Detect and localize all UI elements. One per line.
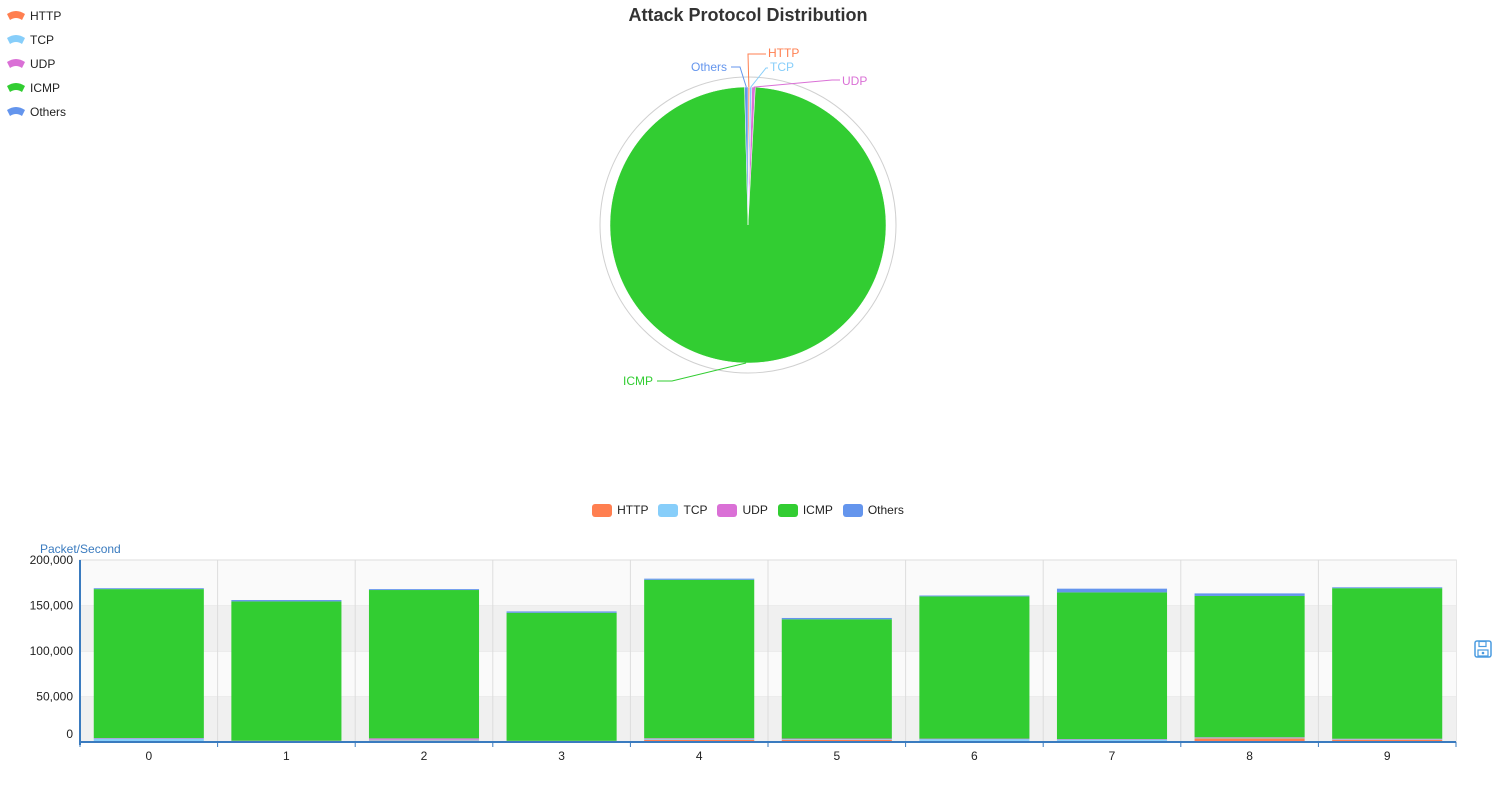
bar-segment-tcp-7[interactable] — [1056, 739, 1168, 742]
save-icon[interactable] — [1474, 640, 1492, 658]
bar-segment-tcp-5[interactable] — [781, 739, 892, 740]
bar-segment-others-6[interactable] — [919, 595, 1030, 597]
bar-y-tick-label: 100,000 — [30, 644, 74, 658]
bar-segment-others-2[interactable] — [368, 589, 480, 591]
bar-segment-others-0[interactable] — [93, 588, 204, 590]
bar-x-tick-label: 2 — [421, 749, 428, 763]
bar-y-tick-label: 150,000 — [30, 599, 74, 613]
bar-segment-others-1[interactable] — [231, 600, 342, 602]
bar-segment-udp-4[interactable] — [644, 738, 755, 739]
bar-segment-udp-7[interactable] — [1056, 739, 1168, 740]
bar-x-tick-label: 4 — [696, 749, 703, 763]
bar-segment-icmp-9[interactable] — [1332, 588, 1443, 739]
bar-segment-icmp-4[interactable] — [644, 579, 755, 739]
bar-x-tick-label: 6 — [971, 749, 978, 763]
bar-segment-udp-8[interactable] — [1194, 737, 1305, 738]
bar-segment-udp-0[interactable] — [93, 738, 204, 739]
bar-segment-udp-6[interactable] — [919, 738, 1030, 740]
bar-segment-icmp-8[interactable] — [1194, 595, 1305, 738]
bar-segment-others-9[interactable] — [1332, 587, 1443, 589]
bar-segment-tcp-2[interactable] — [368, 739, 480, 741]
bar-segment-others-4[interactable] — [644, 578, 755, 580]
bar-segment-others-8[interactable] — [1194, 593, 1305, 596]
bar-segment-icmp-6[interactable] — [919, 596, 1030, 739]
bar-segment-udp-9[interactable] — [1332, 738, 1443, 740]
bar-x-tick-label: 5 — [833, 749, 840, 763]
bar-segment-icmp-2[interactable] — [368, 590, 480, 739]
bar-segment-others-5[interactable] — [781, 617, 892, 620]
bar-x-tick-label: 3 — [558, 749, 565, 763]
bar-x-tick-label: 7 — [1109, 749, 1116, 763]
bar-segment-icmp-7[interactable] — [1056, 592, 1168, 740]
bar-y-tick-label: 0 — [66, 727, 73, 741]
bar-x-tick-label: 8 — [1246, 749, 1253, 763]
bar-segment-icmp-3[interactable] — [506, 612, 617, 741]
bar-x-tick-label: 0 — [145, 749, 152, 763]
bar-segment-others-7[interactable] — [1056, 588, 1168, 593]
bar-y-tick-label: 50,000 — [36, 690, 73, 704]
bar-segment-others-3[interactable] — [506, 611, 617, 613]
bar-segment-icmp-0[interactable] — [93, 589, 204, 739]
bar-x-tick-label: 9 — [1384, 749, 1391, 763]
bar-segment-tcp-4[interactable] — [644, 738, 755, 740]
bar-x-tick-label: 1 — [283, 749, 290, 763]
bar-segment-icmp-1[interactable] — [231, 601, 342, 741]
bar-y-tick-label: 200,000 — [30, 553, 74, 567]
bar-segment-udp-2[interactable] — [368, 738, 480, 740]
bar-segment-udp-5[interactable] — [781, 738, 892, 740]
bar-chart: 0 50,000 100,000 150,000 200,000 0 1 2 3 4 5 6 7 8 9 — [30, 553, 1457, 763]
bar-segment-icmp-5[interactable] — [781, 619, 892, 739]
